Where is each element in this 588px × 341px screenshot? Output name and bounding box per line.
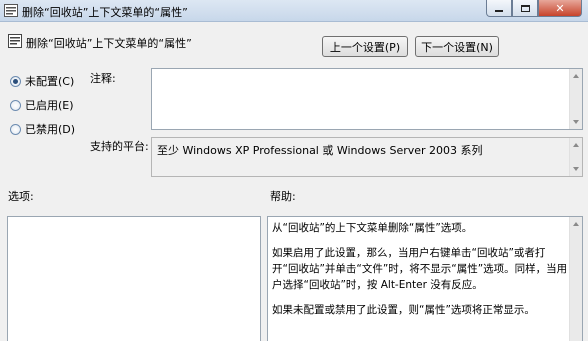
help-scrollbar[interactable]	[569, 217, 582, 341]
maximize-button[interactable]	[512, 0, 538, 17]
scroll-down-icon[interactable]	[573, 167, 579, 171]
platform-value: 至少 Windows XP Professional 或 Windows Ser…	[157, 144, 483, 157]
radio-enabled[interactable]: 已启用(E)	[10, 97, 74, 113]
window-title: 删除“回收站”上下文菜单的“属性”	[22, 6, 188, 19]
help-panel: 从“回收站”的上下文菜单删除“属性”选项。 如果启用了此设置，那么，当用户右键单…	[267, 216, 583, 341]
help-paragraph: 如果未配置或禁用了此设置，则“属性”选项将正常显示。	[272, 304, 535, 316]
options-panel	[7, 216, 261, 341]
close-icon: ✕	[555, 1, 565, 15]
minimize-button[interactable]	[486, 0, 512, 17]
close-button[interactable]: ✕	[538, 0, 582, 17]
platform-label: 支持的平台:	[90, 140, 149, 153]
radio-label: 未配置(C)	[25, 75, 75, 88]
help-text: 从“回收站”的上下文菜单删除“属性”选项。 如果启用了此设置，那么，当用户右键单…	[272, 220, 568, 327]
window-controls: ✕	[486, 0, 582, 18]
scroll-up-icon[interactable]	[573, 143, 579, 147]
policy-setting-icon	[8, 34, 22, 48]
title-bar: 删除“回收站”上下文菜单的“属性” ✕	[0, 0, 588, 22]
next-setting-button[interactable]: 下一个设置(N)	[415, 36, 499, 57]
platform-scrollbar[interactable]	[569, 138, 582, 176]
maximize-icon	[520, 4, 530, 12]
radio-disabled[interactable]: 已禁用(D)	[10, 121, 75, 137]
radio-label: 已禁用(D)	[25, 123, 76, 136]
platform-field: 至少 Windows XP Professional 或 Windows Ser…	[151, 137, 583, 177]
radio-dot[interactable]	[10, 123, 21, 135]
scroll-down-icon[interactable]	[573, 120, 579, 124]
radio-dot[interactable]	[10, 75, 21, 87]
help-paragraph: 如果启用了此设置，那么，当用户右键单击“回收站”或者打开“回收站”并单击“文件”…	[272, 247, 568, 291]
comment-scrollbar[interactable]	[569, 69, 582, 129]
radio-not-configured[interactable]: 未配置(C)	[10, 73, 74, 89]
comment-label: 注释:	[90, 72, 116, 85]
radio-label: 已启用(E)	[25, 99, 74, 112]
help-paragraph: 从“回收站”的上下文菜单删除“属性”选项。	[272, 222, 473, 234]
setting-title: 删除“回收站”上下文菜单的“属性”	[26, 37, 192, 50]
previous-setting-button[interactable]: 上一个设置(P)	[322, 36, 408, 57]
minimize-icon	[495, 9, 503, 12]
options-label: 选项:	[8, 190, 34, 203]
radio-dot[interactable]	[10, 99, 21, 111]
comment-textarea[interactable]	[151, 68, 583, 130]
scroll-up-icon[interactable]	[573, 74, 579, 78]
policy-setting-icon	[4, 4, 18, 17]
help-label: 帮助:	[270, 190, 296, 203]
scroll-up-icon[interactable]	[573, 222, 579, 226]
